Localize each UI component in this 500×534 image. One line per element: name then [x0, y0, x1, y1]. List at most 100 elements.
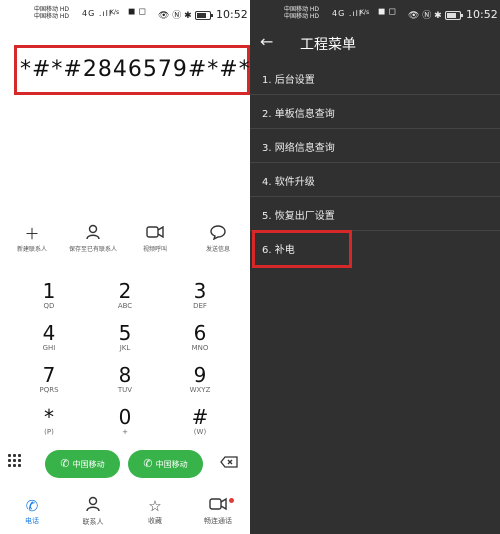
key-letters: WXYZ: [189, 386, 211, 394]
new-contact-label: 新建联系人: [16, 246, 47, 253]
key-digit: 7: [42, 363, 56, 387]
key-digit: 8: [118, 363, 132, 387]
key-digit: 6: [193, 321, 207, 345]
key-star[interactable]: * (P): [14, 406, 84, 437]
key-digit: 5: [118, 321, 132, 345]
network-speed: K/s: [110, 9, 120, 16]
key-letters: (P): [44, 428, 54, 436]
battery-icon: [444, 11, 463, 20]
key-letters: JKL: [119, 344, 131, 352]
bottom-tab-bar: ✆ 电话 联系人 ☆ 收藏 畅连通话: [0, 496, 250, 534]
video-chat-icon: [193, 496, 243, 516]
key-4[interactable]: 4 GHI: [14, 322, 84, 353]
key-6[interactable]: 6 MNO: [165, 322, 235, 353]
menu-item-board-info[interactable]: 2. 单板信息查询: [250, 96, 500, 129]
key-digit: 4: [42, 321, 56, 345]
tab-meetime[interactable]: 畅连通话: [193, 496, 243, 526]
key-letters: TUV: [117, 386, 133, 394]
new-contact-button[interactable]: ＋ 新建联系人: [2, 224, 62, 253]
send-message-button[interactable]: 发送信息: [188, 224, 248, 253]
key-1[interactable]: 1 QD: [14, 280, 84, 311]
tab-label: 电话: [25, 517, 39, 525]
star-icon: ☆: [148, 497, 162, 515]
clock: 10:52: [466, 8, 498, 21]
save-existing-contact-label: 保存至已有联系人: [68, 246, 117, 253]
page-title: 工程菜单: [300, 37, 356, 53]
key-letters: ABC: [117, 302, 133, 310]
key-9[interactable]: 9 WXYZ: [165, 364, 235, 395]
person-icon: [63, 224, 123, 244]
key-digit: *: [44, 405, 54, 429]
dial-input[interactable]: *#*#2846579#*#*: [20, 57, 250, 82]
carrier-info: 中国移动 HD 中国移动 HD: [34, 6, 69, 20]
key-5[interactable]: 5 JKL: [90, 322, 160, 353]
carrier-line-2: 中国移动 HD: [284, 13, 320, 20]
backspace-icon[interactable]: [220, 456, 238, 472]
clock: 10:52: [216, 8, 248, 21]
key-8[interactable]: 8 TUV: [90, 364, 160, 395]
dialer-screen: 中国移动 HD 中国移动 HD 4G .ıll K/s ◼ ◻ 👁 Ⓝ ✱ 10…: [0, 0, 250, 534]
key-letters: PQRS: [39, 386, 59, 394]
save-existing-contact-button[interactable]: 保存至已有联系人: [63, 224, 123, 253]
screen: 中国移动 HD 中国移动 HD 4G .ıll K/s ◼ ◻ 👁 Ⓝ ✱ 10…: [0, 0, 500, 534]
key-letters: GHI: [42, 344, 56, 352]
key-digit: 2: [118, 279, 132, 303]
menu-item-label: 5. 恢复出厂设置: [262, 211, 335, 222]
menu-item-network-info[interactable]: 3. 网络信息查询: [250, 130, 500, 163]
highlight-box-menu-item: [252, 230, 352, 268]
tab-label: 畅连通话: [204, 517, 232, 525]
tab-contacts[interactable]: 联系人: [68, 496, 118, 527]
carrier-line-1: 中国移动 HD: [34, 6, 70, 13]
notification-icons: ◼ ◻: [378, 7, 396, 17]
key-hash[interactable]: # (W): [165, 406, 235, 437]
message-icon: [188, 224, 248, 244]
key-2[interactable]: 2 ABC: [90, 280, 160, 311]
tab-phone[interactable]: ✆ 电话: [7, 496, 57, 526]
network-speed: K/s: [360, 9, 370, 16]
call-button-label: 中国移动: [155, 460, 188, 469]
menu-item-label: 2. 单板信息查询: [262, 109, 335, 120]
menu-item-background-settings[interactable]: 1. 后台设置: [250, 62, 500, 95]
tab-favorites[interactable]: ☆ 收藏: [130, 496, 180, 526]
status-icons: 👁 Ⓝ ✱: [158, 8, 213, 21]
notification-icons: ◼ ◻: [128, 7, 146, 17]
carrier-line-2: 中国移动 HD: [34, 13, 70, 20]
contacts-icon: [68, 496, 118, 517]
call-button-label: 中国移动: [72, 460, 105, 469]
key-letters: (W): [193, 428, 207, 436]
key-letters: DEF: [193, 302, 207, 310]
key-3[interactable]: 3 DEF: [165, 280, 235, 311]
dialpad-grid-icon[interactable]: [8, 454, 24, 470]
call-button-sim2[interactable]: ✆ 中国移动: [128, 450, 203, 478]
carrier-line-1: 中国移动 HD: [284, 6, 320, 13]
key-letters: QD: [43, 302, 55, 310]
key-7[interactable]: 7 PQRS: [14, 364, 84, 395]
key-digit: 9: [193, 363, 207, 387]
key-digit: 0: [118, 405, 132, 429]
video-call-button[interactable]: 视频呼叫: [125, 224, 185, 253]
menu-item-label: 1. 后台设置: [262, 75, 315, 86]
tab-label: 联系人: [82, 518, 104, 526]
key-digit: 3: [193, 279, 207, 303]
battery-icon: [194, 11, 213, 20]
back-arrow-icon[interactable]: ←: [260, 32, 273, 51]
signal-icon: 4G .ıll: [332, 9, 363, 18]
call-button-sim1[interactable]: ✆ 中国移动: [45, 450, 120, 478]
key-letters: MNO: [191, 344, 209, 352]
status-bar: 中国移动 HD 中国移动 HD 4G .ıll K/s ◼ ◻ 👁 Ⓝ ✱ 10…: [250, 0, 500, 30]
phone-icon: ✆: [143, 457, 153, 470]
plus-icon: ＋: [24, 225, 40, 243]
key-digit: 1: [42, 279, 56, 303]
engineering-menu-screen: 中国移动 HD 中国移动 HD 4G .ıll K/s ◼ ◻ 👁 Ⓝ ✱ 10…: [250, 0, 500, 534]
tab-label: 收藏: [148, 517, 162, 525]
menu-item-factory-reset[interactable]: 5. 恢复出厂设置: [250, 198, 500, 231]
key-digit: #: [191, 405, 209, 429]
menu-item-software-upgrade[interactable]: 4. 软件升级: [250, 164, 500, 197]
dial-action-row: ✆ 中国移动 ✆ 中国移动: [0, 448, 250, 480]
menu-item-label: 4. 软件升级: [262, 177, 315, 188]
key-0[interactable]: 0 +: [90, 406, 160, 437]
signal-icon: 4G .ıll: [82, 9, 113, 18]
status-bar: 中国移动 HD 中国移动 HD 4G .ıll K/s ◼ ◻ 👁 Ⓝ ✱ 10…: [0, 0, 250, 30]
phone-icon: ✆: [25, 497, 39, 515]
status-icons: 👁 Ⓝ ✱: [408, 8, 463, 21]
